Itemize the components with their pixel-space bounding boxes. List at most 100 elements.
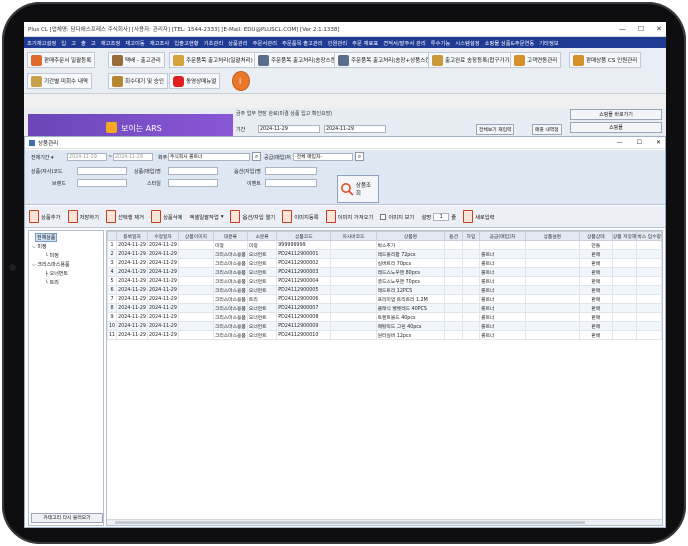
table-row[interactable]: 8 2024-11-29 2024-11-29 크리스마스용품 오너먼트 PD241129… (107, 303, 662, 313)
table-cell[interactable] (444, 276, 463, 286)
table-cell[interactable] (461, 330, 481, 340)
table-cell[interactable]: PD24112900010 (276, 330, 332, 340)
table-cell[interactable]: 8 (107, 303, 118, 313)
table-cell[interactable]: PD24112900003 (276, 267, 332, 277)
table-cell[interactable]: 롤트너 (479, 249, 526, 259)
toolbar-invoice-button[interactable]: 출고완료 송장등록(합구가기) (428, 52, 516, 68)
table-cell[interactable]: 판매 (578, 258, 613, 268)
table-cell[interactable] (177, 267, 214, 277)
table-cell[interactable]: 크리스마스용품 (212, 330, 248, 340)
table-cell[interactable] (444, 267, 463, 277)
table-cell[interactable]: 트랜트볼드 40pcs (375, 312, 446, 322)
table-cell[interactable]: 오너먼트 (246, 249, 278, 259)
table-cell[interactable]: 2024-11-29 (116, 258, 148, 268)
table-cell[interactable]: 롤트너 (479, 321, 526, 331)
table-cell[interactable]: 롤트너 (479, 285, 526, 295)
table-cell[interactable] (611, 303, 638, 313)
table-cell[interactable] (444, 330, 463, 340)
table-cell[interactable]: 레드트리 12PCS (375, 285, 446, 295)
save-button[interactable]: 저장하기 (67, 210, 99, 223)
table-cell[interactable]: 오너먼트 (246, 321, 278, 331)
tree-node-ornament[interactable]: ├ 오너먼트 (45, 270, 68, 277)
table-cell[interactable] (444, 258, 463, 268)
date-from-input[interactable]: 2024-11-29 (67, 153, 107, 161)
tree-node-tree[interactable]: └ 트리 (45, 279, 59, 286)
table-cell[interactable]: 2024-11-29 (116, 321, 148, 331)
table-cell[interactable] (611, 312, 638, 322)
minimize-button[interactable]: — (619, 25, 626, 33)
behind-reinput-button[interactable]: 전체보기 재입력 (476, 124, 515, 135)
table-cell[interactable]: 2024-11-29 (147, 285, 179, 295)
open-options-button[interactable]: 옵션/자입 열기 (230, 210, 275, 223)
table-cell[interactable]: 롤트너 (479, 267, 526, 277)
menu-item[interactable]: 투수기능 (431, 39, 451, 47)
tree-all-products[interactable]: 전체상품 (35, 233, 58, 242)
table-cell[interactable]: 4 (107, 267, 118, 277)
table-cell[interactable]: 크리스마스용품 (212, 303, 248, 313)
table-cell[interactable]: 2024-11-29 (116, 312, 148, 322)
table-cell[interactable]: PD24112900004 (276, 276, 332, 286)
table-cell[interactable]: 크리스마스용품 (212, 285, 248, 295)
column-header[interactable]: 소분류 (246, 231, 278, 241)
table-cell[interactable] (636, 312, 662, 322)
table-cell[interactable] (636, 303, 662, 313)
table-cell[interactable]: 2024-11-29 (147, 258, 179, 268)
column-header[interactable]: 대분류 (212, 231, 248, 241)
table-cell[interactable] (177, 276, 214, 286)
vendor-search-icon[interactable]: ⌕ (252, 152, 261, 161)
table-cell[interactable]: 오너먼트 (246, 330, 278, 340)
table-cell[interactable]: 박스추가 (375, 240, 446, 250)
close-button[interactable]: ✕ (656, 25, 662, 33)
table-cell[interactable] (330, 240, 377, 250)
table-cell[interactable] (330, 276, 377, 286)
table-cell[interactable] (177, 240, 214, 250)
add-product-button[interactable]: 상품추가 (29, 210, 61, 223)
table-cell[interactable] (330, 321, 377, 331)
own-code-input[interactable] (77, 167, 127, 175)
table-cell[interactable] (461, 312, 481, 322)
table-cell[interactable]: 3 (107, 258, 118, 268)
page-value-input[interactable]: 1 (433, 212, 450, 221)
table-cell[interactable]: 롤트너 (479, 312, 526, 322)
table-cell[interactable] (524, 240, 580, 250)
table-cell[interactable] (330, 267, 377, 277)
option-name-input[interactable] (265, 167, 317, 175)
table-cell[interactable] (524, 276, 580, 286)
table-cell[interactable]: 판매 (578, 249, 613, 259)
tree-node-christmas[interactable]: ⌵ 크리스마스용품 (32, 261, 70, 268)
table-cell[interactable]: 크리스마스용품 (212, 258, 248, 268)
table-cell[interactable] (461, 321, 481, 331)
import-image-button[interactable]: 이미지 가져오기 (325, 210, 373, 223)
table-cell[interactable]: 오너먼트 (246, 258, 278, 268)
table-cell[interactable] (479, 240, 526, 250)
table-cell[interactable] (461, 249, 481, 259)
table-cell[interactable]: 롤트너 (479, 294, 526, 304)
table-cell[interactable]: 크리스마스용품 (212, 321, 248, 331)
table-cell[interactable]: 999999999 (276, 240, 332, 250)
table-cell[interactable] (611, 276, 638, 286)
table-cell[interactable] (524, 321, 580, 331)
table-cell[interactable] (461, 285, 481, 295)
table-cell[interactable] (636, 294, 662, 304)
table-cell[interactable]: 롤트너 (479, 330, 526, 340)
table-cell[interactable] (524, 285, 580, 295)
toolbar-unreturned-button[interactable]: 기간별 미회수 내역 (27, 73, 92, 89)
table-cell[interactable] (461, 267, 481, 277)
table-cell[interactable]: PD24112900001 (276, 249, 332, 259)
table-row[interactable]: 4 2024-11-29 2024-11-29 크리스마스용품 오너먼트 PD241129… (107, 267, 662, 277)
table-cell[interactable] (444, 303, 463, 313)
table-cell[interactable] (330, 303, 377, 313)
table-cell[interactable]: 판매 (578, 303, 613, 313)
table-cell[interactable] (636, 276, 662, 286)
menu-item[interactable]: 주문서관리 (253, 39, 277, 47)
table-cell[interactable] (444, 294, 463, 304)
table-cell[interactable]: 실버트리 70pcs (375, 258, 446, 268)
table-cell[interactable]: 롤트너 (479, 303, 526, 313)
table-cell[interactable]: 오너먼트 (246, 303, 278, 313)
menu-item[interactable]: 출 (81, 39, 86, 47)
table-cell[interactable]: 롤트너 (479, 276, 526, 286)
shop-link[interactable]: 쇼핑몰 (570, 122, 662, 133)
supplier-search-icon[interactable]: ⌕ (355, 152, 364, 161)
reload-category-button[interactable]: 카테고리 다시 불러오기 (31, 513, 103, 523)
menu-item[interactable]: 입출고현황 (174, 39, 198, 47)
